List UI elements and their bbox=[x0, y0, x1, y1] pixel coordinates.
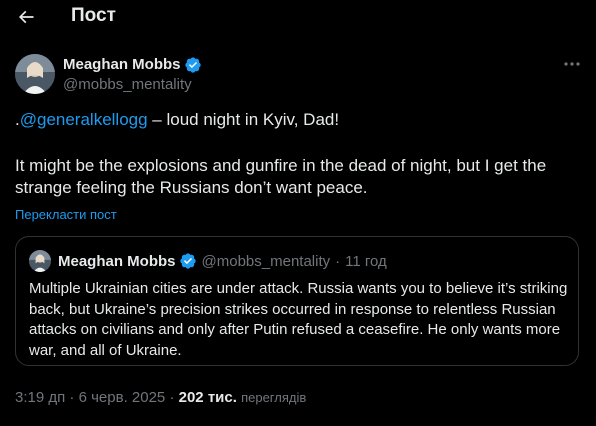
tweet-text: .@generalkellogg – loud night in Kyiv, D… bbox=[15, 109, 581, 200]
quote-author-handle: @mobbs_mentality bbox=[201, 252, 331, 270]
views-label: переглядів bbox=[241, 390, 307, 405]
meta-separator: · bbox=[69, 389, 79, 406]
tweet-date[interactable]: 6 черв. 2025 bbox=[79, 389, 166, 406]
quote-avatar-image bbox=[29, 250, 51, 272]
tweet-paragraph-2: It might be the explosions and gunfire i… bbox=[15, 155, 547, 198]
author-handle[interactable]: @mobbs_mentality bbox=[63, 76, 202, 93]
meta-separator: · bbox=[169, 389, 179, 406]
verified-badge-icon bbox=[184, 56, 201, 73]
back-button[interactable] bbox=[9, 0, 43, 33]
author-info: Meaghan Mobbs @mobbs_mentality bbox=[63, 55, 202, 93]
quoted-tweet-card[interactable]: Meaghan Mobbs @mobbs_mentality · 11 год … bbox=[15, 236, 579, 366]
quote-time: 11 год bbox=[345, 252, 387, 270]
avatar-image bbox=[15, 54, 55, 94]
quote-header: Meaghan Mobbs @mobbs_mentality · 11 год bbox=[58, 252, 387, 270]
back-arrow-icon bbox=[18, 10, 34, 23]
more-options-button[interactable] bbox=[561, 56, 583, 72]
quote-author-avatar bbox=[29, 250, 51, 272]
quote-author-name: Meaghan Mobbs bbox=[58, 252, 176, 270]
page-header: Пост bbox=[0, 0, 596, 33]
verified-badge-icon bbox=[179, 253, 196, 269]
tweet-time[interactable]: 3:19 дп bbox=[15, 389, 65, 406]
mention-link[interactable]: @generalkellogg bbox=[20, 110, 148, 129]
author-avatar[interactable] bbox=[15, 54, 55, 94]
views-count: 202 тис. bbox=[178, 389, 237, 406]
more-dots-icon bbox=[564, 62, 580, 66]
tweet-line-1-text: – loud night in Kyiv, Dad! bbox=[147, 110, 340, 129]
quote-text: Multiple Ukrainian cities are under atta… bbox=[29, 280, 568, 359]
author-name-row[interactable]: Meaghan Mobbs bbox=[63, 55, 202, 74]
page-title: Пост bbox=[71, 5, 116, 26]
translate-post-link[interactable]: Перекласти пост bbox=[15, 207, 117, 222]
quote-separator: · bbox=[335, 252, 341, 270]
tweet-line-1: .@generalkellogg – loud night in Kyiv, D… bbox=[15, 109, 581, 132]
tweet-meta: 3:19 дп · 6 черв. 2025 · 202 тис. перегл… bbox=[15, 389, 306, 406]
author-name[interactable]: Meaghan Mobbs bbox=[63, 56, 181, 73]
